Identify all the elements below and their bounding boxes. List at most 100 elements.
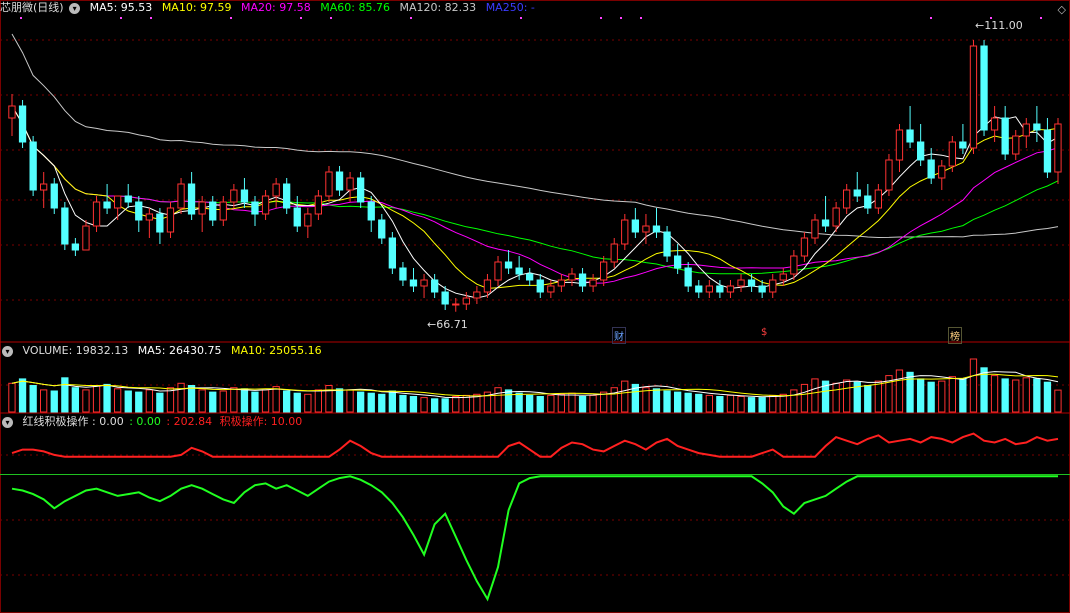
signal-dot — [620, 17, 622, 19]
volume-bar — [272, 386, 280, 413]
candle — [832, 207, 840, 227]
candle — [1054, 123, 1062, 173]
indicator-header: ▾ 红线积极操作 : 0.00 : 0.00 : 202.84 积极操作: 10… — [0, 414, 308, 430]
candle — [114, 195, 122, 209]
candle — [874, 189, 883, 209]
indicator-red-line — [11, 432, 1059, 458]
volume-bar — [240, 388, 249, 413]
candle — [251, 201, 259, 215]
volume-bar — [1001, 378, 1009, 413]
event-finance-marker[interactable]: 财 — [612, 327, 626, 344]
candle — [600, 261, 608, 281]
candle — [18, 105, 27, 143]
volume-bar — [684, 392, 692, 413]
ma250-value: MA250: - — [485, 1, 535, 14]
candle — [145, 213, 153, 221]
volume-bar — [357, 391, 365, 413]
volume-bar — [29, 385, 37, 413]
candle — [790, 255, 798, 275]
kline-chart[interactable] — [0, 0, 1070, 613]
candle — [800, 237, 809, 257]
chevron-down-icon[interactable]: ▾ — [2, 345, 13, 357]
volume-bar — [156, 392, 164, 413]
candle — [853, 189, 861, 197]
volume-bar — [124, 390, 132, 413]
candle — [684, 267, 692, 287]
candle — [187, 183, 196, 215]
volume-header: ▾ VOLUME: 19832.13 MA5: 26430.75 MA10: 2… — [0, 343, 328, 359]
volume-bar — [674, 391, 682, 413]
candle — [959, 141, 967, 149]
signal-dot — [930, 17, 932, 19]
volume-bar — [969, 358, 978, 413]
candle — [50, 183, 58, 209]
volume-bar — [145, 389, 153, 413]
volume-bar — [843, 379, 851, 413]
volume-bar — [230, 387, 238, 413]
volume-bar — [747, 397, 756, 413]
volume-bar — [536, 396, 544, 413]
candle — [283, 183, 291, 209]
candle — [92, 201, 101, 227]
volume-bar — [198, 389, 206, 413]
signal-dot — [120, 17, 122, 19]
volume-bar — [800, 383, 809, 413]
volume-bar — [103, 383, 111, 413]
candle — [568, 273, 576, 281]
signal-dot — [230, 17, 232, 19]
volume-bar — [695, 393, 703, 413]
candle — [135, 201, 143, 221]
volume-bar — [705, 394, 714, 413]
candle — [335, 171, 344, 191]
candle — [990, 117, 999, 131]
candle — [547, 285, 555, 293]
candle — [198, 201, 206, 215]
candle — [663, 231, 671, 257]
candle — [1012, 135, 1020, 155]
event-list-marker[interactable]: 榜 — [948, 327, 962, 344]
candle — [769, 279, 777, 293]
volume-bar — [568, 392, 576, 413]
volume-bar — [917, 378, 925, 413]
candle — [726, 285, 735, 293]
candle — [103, 201, 111, 209]
candle — [494, 261, 502, 281]
candle — [1043, 129, 1052, 173]
candle — [504, 261, 513, 269]
candle — [420, 279, 428, 287]
volume-bar — [557, 393, 566, 413]
volume-bar — [769, 394, 777, 413]
arrow-left-icon: ← — [975, 19, 985, 32]
candle — [441, 291, 449, 305]
candle — [272, 183, 280, 197]
ma60-value: MA60: 85.76 — [320, 1, 390, 14]
volume-bar — [92, 385, 101, 413]
volume-bar — [335, 388, 344, 413]
volume-bar — [927, 381, 935, 413]
candle — [906, 129, 914, 143]
volume-bar — [779, 393, 787, 413]
volume-bar — [18, 378, 27, 413]
volume-bar — [441, 398, 449, 413]
ma5-value: MA5: 95.53 — [89, 1, 153, 14]
volume-bar — [874, 380, 883, 413]
ma120-value: MA120: 82.33 — [399, 1, 477, 14]
diamond-icon[interactable]: ◇ — [1058, 3, 1066, 16]
candle — [885, 159, 893, 191]
candle — [1033, 123, 1041, 131]
volume-bar — [578, 396, 587, 413]
high-price-label: ←111.00 — [975, 19, 1023, 32]
candle — [8, 105, 16, 119]
volume-bar — [452, 396, 460, 413]
volume-bar — [832, 382, 840, 413]
volume-value: VOLUME: 19832.13 — [22, 344, 129, 357]
candle — [156, 213, 164, 233]
ma10-value: MA10: 97.59 — [161, 1, 232, 14]
volume-bar — [864, 385, 872, 413]
volume-bar — [990, 375, 999, 413]
candle — [526, 273, 534, 281]
chevron-down-icon[interactable]: ▾ — [2, 416, 13, 428]
event-dollar-marker[interactable]: $ — [760, 327, 768, 338]
candle — [304, 213, 312, 227]
chevron-down-icon[interactable]: ▾ — [69, 2, 81, 14]
